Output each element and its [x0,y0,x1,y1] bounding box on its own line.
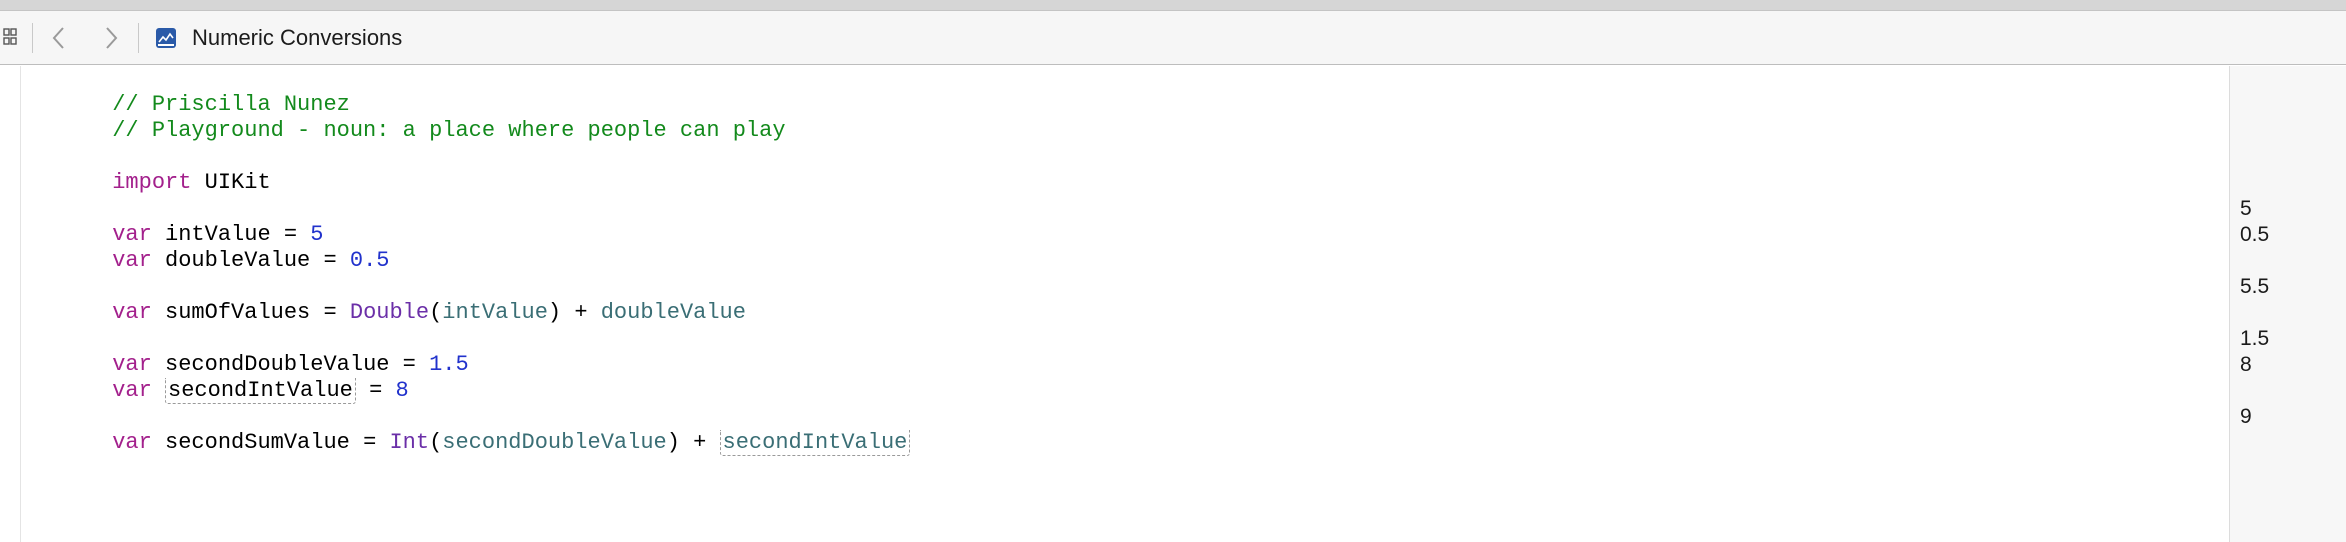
file-title[interactable]: Numeric Conversions [192,24,402,52]
result-value[interactable]: 1.5 [2240,326,2269,352]
code-line: var secondIntValue = 8 [33,352,409,404]
result-value[interactable]: 8 [2240,352,2252,378]
code-text: ( [429,300,443,325]
code-line: // Playground - noun: a place where peop… [33,92,785,143]
code-line: var secondDoubleValue = 1.5 [33,326,468,377]
keyword: var [112,430,152,455]
jump-bar: Numeric Conversions [0,11,2346,65]
token-placeholder[interactable]: secondIntValue [719,430,911,456]
identifier: doubleValue [600,300,746,325]
code-line: import UIKit [33,144,270,195]
type-name: Int [389,430,430,455]
identifier: intValue [442,300,548,325]
code-text: ) + [666,430,720,455]
code-text: ( [429,430,443,455]
results-sidebar: 5 0.5 5.5 1.5 8 9 [2229,66,2346,542]
keyword: var [112,300,152,325]
result-value[interactable]: 5 [2240,196,2252,222]
line-gutter [0,66,21,542]
code-line: // Priscilla Nunez [33,66,350,117]
code-text: = [355,378,396,403]
code-text: sumOfValues = [151,300,350,325]
code-line: var sumOfValues = Double(intValue) + dou… [33,274,746,325]
code-text: doubleValue = [151,248,350,273]
chevron-right-icon [106,27,118,49]
result-value[interactable]: 9 [2240,404,2252,430]
result-value[interactable]: 0.5 [2240,222,2269,248]
keyword: var [112,378,152,403]
keyword: var [112,248,152,273]
code-line: var secondSumValue = Int(secondDoubleVal… [33,404,911,456]
number-literal: 0.5 [349,248,390,273]
code-text: ) + [547,300,601,325]
playground-window: Numeric Conversions // Priscilla Nunez /… [0,0,2346,542]
playground-file-icon [154,26,178,50]
result-value[interactable]: 5.5 [2240,274,2269,300]
number-literal: 8 [395,378,409,403]
back-button[interactable] [44,23,74,53]
grid-icon[interactable] [0,22,20,52]
code-text: UIKit [191,170,271,195]
window-top-strip [0,0,2346,11]
code-text: secondSumValue = [151,430,390,455]
number-literal: 1.5 [429,352,469,377]
comment-text: // Playground - noun: a place where peop… [112,118,786,143]
code-editor[interactable]: // Priscilla Nunez // Playground - noun:… [33,66,2223,542]
type-name: Double [349,300,430,325]
chevron-left-icon [52,27,64,49]
code-line: var doubleValue = 0.5 [33,222,389,273]
code-line: var intValue = 5 [33,196,323,247]
keyword: import [112,170,192,195]
identifier: secondDoubleValue [442,430,667,455]
jump-bar-divider [138,23,139,53]
token-placeholder[interactable]: secondIntValue [165,378,356,404]
forward-button[interactable] [96,23,126,53]
jump-bar-divider [32,23,33,53]
